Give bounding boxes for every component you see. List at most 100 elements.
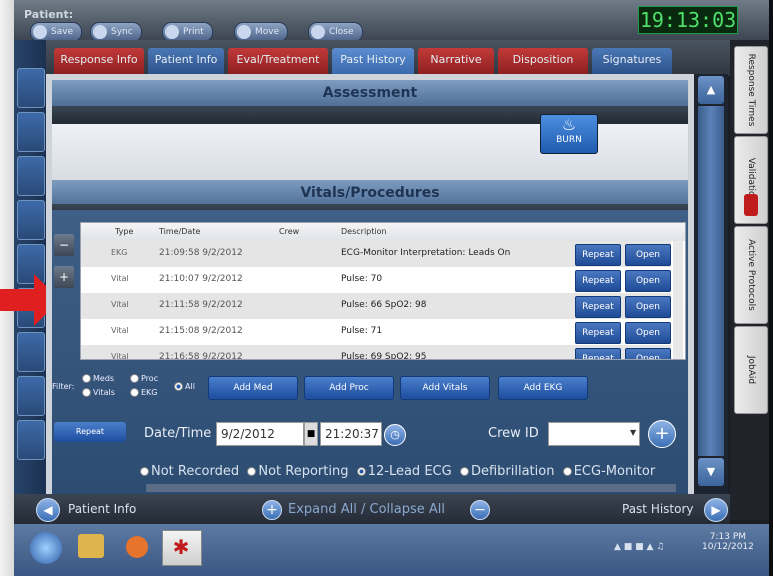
table-row[interactable]: EKG 21:09:58 9/2/2012 ECG-Monitor Interp… (81, 241, 671, 267)
scroll-up-button[interactable]: ▲ (698, 76, 724, 104)
save-button[interactable]: Save (30, 22, 83, 42)
clock-icon[interactable]: ◷ (384, 424, 406, 446)
table-scrollbar[interactable] (673, 241, 683, 359)
clock-display: 19:13:03 (638, 6, 738, 34)
next-page-link[interactable]: Past History (622, 502, 694, 516)
scroll-down-button[interactable]: ▼ (698, 458, 724, 486)
tray-clock: 7:13 PM 10/12/2012 (702, 532, 754, 552)
option-not-recorded[interactable]: Not Recorded (140, 464, 239, 479)
open-button[interactable]: Open (625, 296, 671, 318)
tab-response-info[interactable]: Response Info (54, 48, 144, 74)
crew-id-label: Crew ID (488, 426, 539, 441)
crew-id-select[interactable] (548, 422, 640, 446)
add-ekg-button[interactable]: Add EKG (498, 376, 588, 400)
tab-past-history[interactable]: Past History (332, 48, 414, 74)
left-nav-item-7[interactable] (17, 332, 45, 372)
table-row[interactable]: Vital 21:10:07 9/2/2012 Pulse: 70 Repeat… (81, 267, 671, 293)
table-row[interactable]: Vital 21:15:08 9/2/2012 Pulse: 71 Repeat… (81, 319, 671, 345)
expand-row-button[interactable]: + (54, 266, 74, 288)
left-nav-item-8[interactable] (17, 376, 45, 416)
print-button[interactable]: Print (162, 22, 213, 42)
open-button[interactable]: Open (625, 348, 671, 359)
folder-icon[interactable] (78, 534, 104, 558)
flame-icon: ♨ (561, 115, 577, 134)
save-icon (33, 25, 47, 39)
table-row[interactable]: Vital 21:11:58 9/2/2012 Pulse: 66 SpO2: … (81, 293, 671, 319)
tab-disposition[interactable]: Disposition (498, 48, 588, 74)
move-button[interactable]: Move (234, 22, 289, 42)
tray-icons[interactable]: ▲ ■ ■ ▲ ♫ (614, 542, 664, 552)
tab-response-times[interactable]: Response Times (734, 46, 768, 134)
assessment-header[interactable]: Assessment (52, 80, 688, 106)
date-field[interactable]: 9/2/2012 (216, 422, 304, 446)
col-crew: Crew (279, 227, 300, 236)
repeat-button[interactable]: Repeat (575, 296, 621, 318)
time-field[interactable]: 21:20:37 (320, 422, 382, 446)
bottom-nav-bar: ◀ Patient Info + Expand All / Collapse A… (14, 494, 730, 524)
star-of-life-icon: ✱ (172, 535, 190, 559)
collapse-row-button[interactable]: − (54, 234, 74, 256)
vitals-table: Type Time/Date Crew Description EKG 21:0… (80, 222, 686, 360)
add-vitals-button[interactable]: Add Vitals (400, 376, 490, 400)
repeat-button[interactable]: Repeat (575, 270, 621, 292)
tab-jobaid[interactable]: JobAid (734, 326, 768, 414)
add-med-button[interactable]: Add Med (208, 376, 298, 400)
left-nav-item-4[interactable] (17, 200, 45, 240)
sync-button[interactable]: Sync (90, 22, 142, 42)
tab-eval-treatment[interactable]: Eval/Treatment (228, 48, 328, 74)
left-nav-item-1[interactable] (17, 68, 45, 108)
procedure-options: Not Recorded Not Reporting 12-Lead ECG D… (140, 464, 655, 479)
table-row[interactable]: Vital 21:16:58 9/2/2012 Pulse: 69 SpO2: … (81, 345, 671, 359)
entry-repeat-button[interactable]: Repeat (54, 422, 126, 442)
tab-row: Response Info Patient Info Eval/Treatmen… (46, 40, 730, 76)
filter-label: Filter: (52, 382, 75, 391)
content-vertical-scrollbar[interactable]: ▲ ▼ (694, 74, 728, 494)
filter-proc[interactable]: Proc (130, 374, 158, 383)
add-crew-button[interactable]: + (648, 420, 676, 448)
print-icon (165, 25, 179, 39)
repeat-button[interactable]: Repeat (575, 322, 621, 344)
option-ecg-monitor[interactable]: ECG-Monitor (562, 464, 655, 479)
filter-ekg[interactable]: EKG (130, 388, 158, 397)
right-side-tabs: Response Times Validation Active Protoco… (730, 40, 769, 520)
col-time-date: Time/Date (159, 227, 201, 236)
start-button-icon[interactable] (30, 532, 62, 564)
add-proc-button[interactable]: Add Proc (304, 376, 394, 400)
filter-all[interactable]: All (174, 382, 195, 391)
screen-bezel-right (769, 0, 773, 576)
option-12-lead-ecg[interactable]: 12-Lead ECG (356, 464, 452, 479)
chevron-down-icon[interactable]: ▼ (630, 422, 640, 444)
burn-button[interactable]: ♨ BURN (540, 114, 598, 154)
table-header: Type Time/Date Crew Description (81, 223, 685, 241)
tab-patient-info[interactable]: Patient Info (148, 48, 224, 74)
validation-alert-badge (744, 194, 758, 216)
expand-all-icon[interactable]: + (262, 500, 282, 520)
open-button[interactable]: Open (625, 244, 671, 266)
collapse-all-icon[interactable]: − (470, 500, 490, 520)
open-button[interactable]: Open (625, 322, 671, 344)
filter-meds[interactable]: Meds (82, 374, 114, 383)
vitals-header[interactable]: Vitals/Procedures (52, 180, 688, 206)
option-defibrillation[interactable]: Defibrillation (459, 464, 554, 479)
tab-signatures[interactable]: Signatures (592, 48, 672, 74)
left-nav-item-2[interactable] (17, 112, 45, 152)
tab-active-protocols[interactable]: Active Protocols (734, 226, 768, 324)
prev-arrow-icon[interactable]: ◀ (36, 498, 60, 522)
prev-page-link[interactable]: Patient Info (68, 502, 136, 516)
filter-vitals[interactable]: Vitals (82, 388, 115, 397)
scroll-track[interactable] (698, 106, 724, 456)
media-player-icon[interactable] (126, 536, 148, 558)
repeat-button[interactable]: Repeat (575, 244, 621, 266)
date-picker-icon[interactable]: ■ (304, 422, 318, 446)
options-hscrollbar[interactable] (146, 484, 676, 492)
next-arrow-icon[interactable]: ▶ (704, 498, 728, 522)
tab-narrative[interactable]: Narrative (418, 48, 494, 74)
left-nav-item-9[interactable] (17, 420, 45, 460)
open-button[interactable]: Open (625, 270, 671, 292)
move-icon (237, 25, 251, 39)
option-not-reporting[interactable]: Not Reporting (247, 464, 348, 479)
expand-collapse-link[interactable]: Expand All / Collapse All (288, 502, 445, 517)
close-button[interactable]: Close (308, 22, 363, 42)
left-nav-item-3[interactable] (17, 156, 45, 196)
repeat-button[interactable]: Repeat (575, 348, 621, 359)
